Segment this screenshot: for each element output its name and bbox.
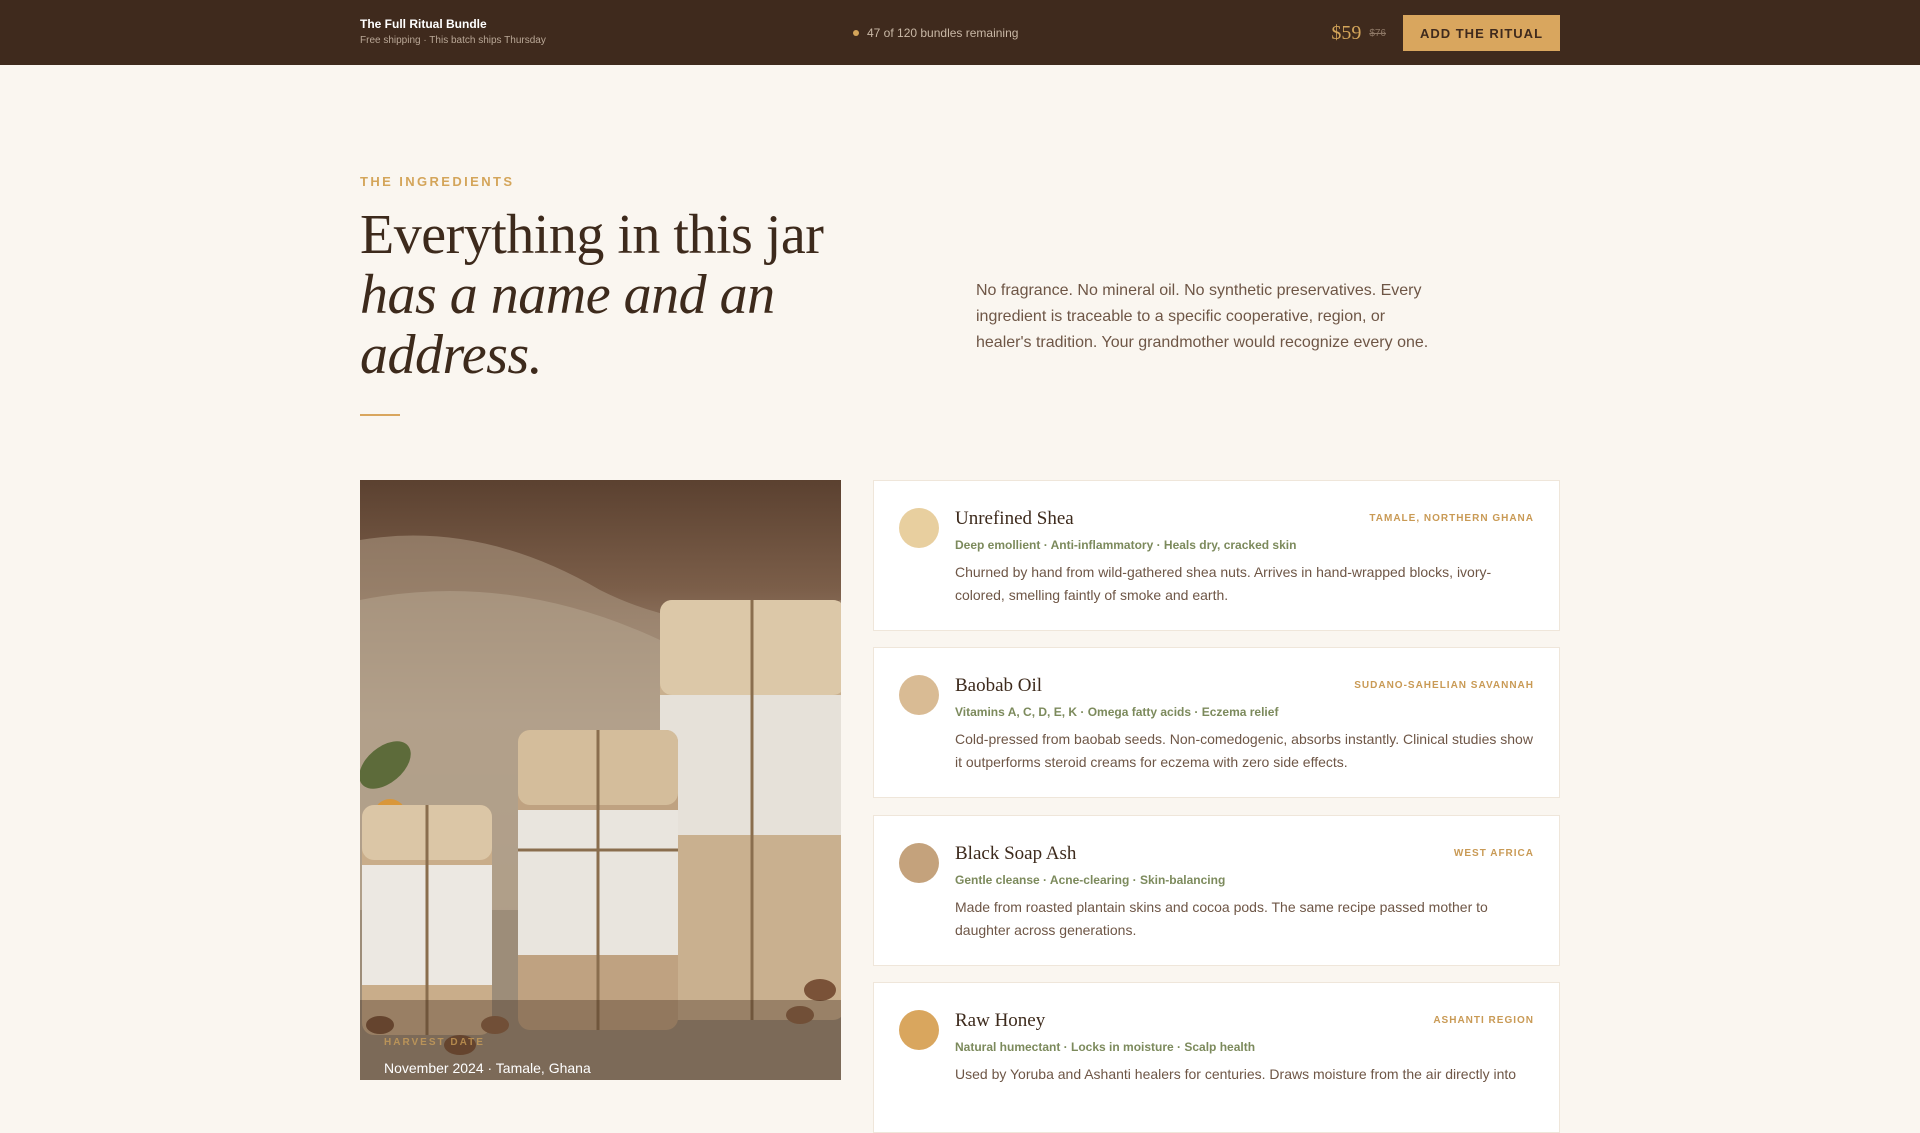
add-the-ritual-button[interactable]: ADD THE RITUAL — [1403, 15, 1560, 51]
ingredient-description: Churned by hand from wild-gathered shea … — [955, 564, 1492, 603]
price-group: $59 $76 ADD THE RITUAL — [1331, 15, 1560, 51]
ingredient-card-shea: Unrefined Shea TAMALE, NORTHERN GHANA De… — [873, 480, 1560, 631]
ingredient-card-honey: Raw Honey ASHANTI REGION Natural humecta… — [873, 982, 1560, 1133]
ingredient-description: Made from roasted plantain skins and coc… — [955, 899, 1488, 938]
ingredient-origin: ASHANTI REGION — [1433, 1015, 1534, 1026]
ingredient-origin: SUDANO-SAHELIAN SAVANNAH — [1354, 680, 1534, 691]
ingredient-swatch — [899, 675, 939, 715]
ingredient-name: Unrefined Shea — [955, 508, 1074, 529]
stock-dot-icon — [853, 30, 859, 36]
stock-indicator: 47 of 120 bundles remaining — [853, 25, 1018, 41]
harvest-label: HARVEST DATE — [384, 1037, 485, 1048]
ingredient-card-baobab: Baobab Oil SUDANO-SAHELIAN SAVANNAH Vita… — [873, 647, 1560, 798]
sticky-purchase-bar: The Full Ritual Bundle Free shipping · T… — [0, 0, 1920, 65]
ingredient-name: Baobab Oil — [955, 675, 1043, 696]
current-price: $59 — [1331, 21, 1362, 44]
ingredient-benefits: Deep emollient · Anti-inflammatory · Hea… — [955, 538, 1297, 552]
accent-divider — [360, 414, 400, 416]
ingredient-name: Raw Honey — [955, 1010, 1046, 1031]
section-eyebrow: THE INGREDIENTS — [360, 174, 515, 189]
ingredient-swatch — [899, 1010, 939, 1050]
soap-bars-photo: HARVEST DATE November 2024 · Tamale, Gha… — [360, 480, 841, 1080]
ingredient-benefits: Natural humectant · Locks in moisture · … — [955, 1040, 1256, 1054]
headline-line-2: has a name and an — [360, 264, 775, 326]
ingredient-benefits: Vitamins A, C, D, E, K · Omega fatty aci… — [955, 705, 1279, 719]
headline-line-1: Everything in this jar — [360, 204, 824, 266]
soap-bars-illustration — [360, 535, 841, 1080]
ingredient-origin: TAMALE, NORTHERN GHANA — [1369, 513, 1534, 524]
ingredient-description: Cold-pressed from baobab seeds. Non-come… — [955, 731, 1533, 770]
bundle-title: The Full Ritual Bundle — [360, 17, 487, 31]
ingredient-origin: WEST AFRICA — [1453, 848, 1534, 859]
section-headline: Everything in this jar has a name and an… — [360, 205, 880, 385]
intro-paragraph: No fragrance. No mineral oil. No synthet… — [976, 282, 1429, 351]
ingredient-swatch — [899, 508, 939, 548]
harvest-value: November 2024 · Tamale, Ghana — [384, 1060, 591, 1076]
shipping-note: Free shipping · This batch ships Thursda… — [360, 35, 546, 46]
ingredient-name: Black Soap Ash — [955, 843, 1077, 864]
headline-line-3: address. — [360, 324, 543, 386]
ingredient-card-black-soap: Black Soap Ash WEST AFRICA Gentle cleans… — [873, 815, 1560, 966]
ingredient-swatch — [899, 843, 939, 883]
ingredient-description: Used by Yoruba and Ashanti healers for c… — [955, 1066, 1517, 1082]
ingredient-benefits: Gentle cleanse · Acne-clearing · Skin-ba… — [955, 873, 1226, 887]
original-price: $76 — [1369, 27, 1386, 39]
bundle-summary: The Full Ritual Bundle Free shipping · T… — [360, 17, 546, 48]
stock-text: 47 of 120 bundles remaining — [867, 26, 1019, 40]
